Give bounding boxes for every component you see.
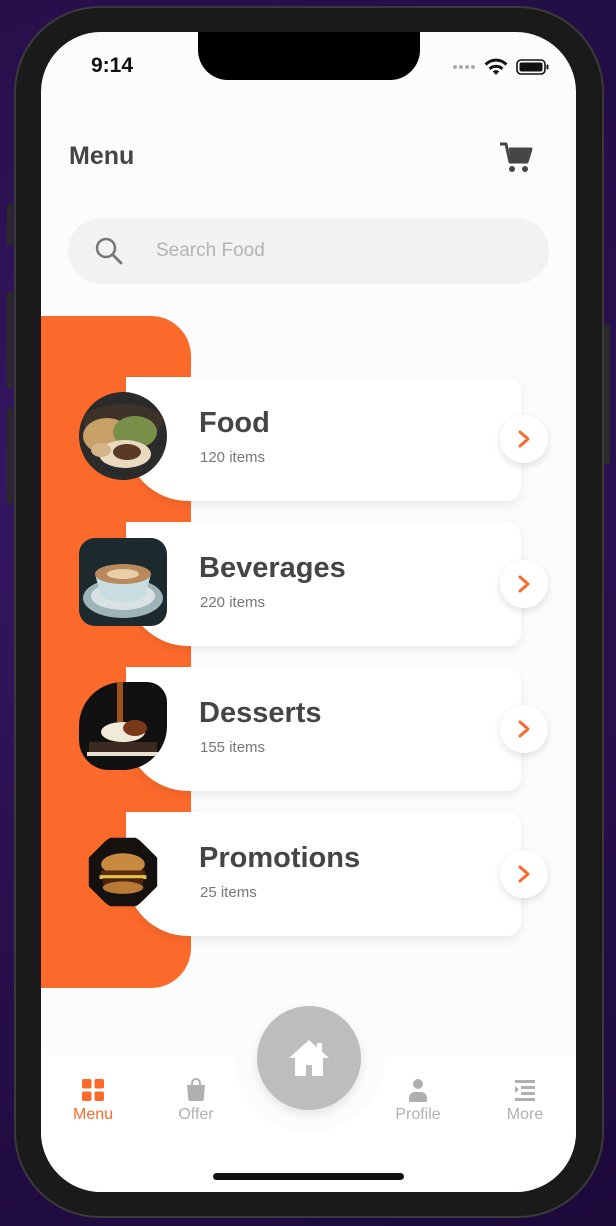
tab-more[interactable]: More (485, 1078, 565, 1124)
category-card-desserts[interactable]: Desserts 155 items (126, 667, 521, 791)
grid-icon (82, 1079, 104, 1101)
volume-up-button (7, 292, 13, 388)
person-icon (409, 1079, 427, 1102)
home-indicator (213, 1173, 404, 1180)
volume-down-button (7, 408, 13, 504)
tab-label: Offer (178, 1106, 214, 1123)
shopping-bag-icon (187, 1078, 205, 1101)
desserts-image (79, 682, 167, 770)
category-count: 220 items (200, 594, 266, 611)
category-card-food[interactable]: Food 120 items (126, 377, 521, 501)
beverages-image (79, 538, 167, 626)
tab-label: Menu (72, 1106, 114, 1123)
page-title: Menu (69, 142, 135, 170)
category-count: 25 items (200, 884, 257, 901)
home-icon (289, 1040, 329, 1076)
food-image (79, 392, 167, 480)
category-name: Beverages (199, 552, 346, 584)
promotions-arrow-button[interactable] (500, 850, 548, 898)
status-time: 9:14 (91, 54, 134, 77)
category-card-beverages[interactable]: Beverages 220 items (126, 522, 521, 646)
tab-menu[interactable]: Menu (53, 1078, 133, 1124)
beverages-arrow-button[interactable] (500, 560, 548, 608)
silent-switch (7, 204, 13, 246)
chevron-right-icon (518, 865, 530, 883)
tab-offer[interactable]: Offer (156, 1078, 236, 1124)
tab-label: More (506, 1106, 544, 1123)
wifi-icon (484, 58, 508, 75)
tab-profile[interactable]: Profile (378, 1078, 458, 1124)
signal-dots-icon (453, 65, 475, 69)
tab-label: Profile (395, 1106, 441, 1123)
search-icon (95, 237, 123, 265)
category-card-promotions[interactable]: Promotions 25 items (126, 812, 521, 936)
desserts-arrow-button[interactable] (500, 705, 548, 753)
list-icon (515, 1080, 535, 1101)
power-button (604, 324, 610, 464)
cart-icon[interactable] (498, 140, 534, 176)
chevron-right-icon (518, 430, 530, 448)
notch (198, 32, 420, 80)
status-icons (452, 58, 550, 76)
food-arrow-button[interactable] (500, 415, 548, 463)
category-name: Desserts (199, 697, 322, 729)
category-count: 155 items (200, 739, 266, 756)
chevron-right-icon (518, 575, 530, 593)
category-count: 120 items (200, 449, 266, 466)
search-bar[interactable] (68, 218, 549, 284)
chevron-right-icon (518, 720, 530, 738)
home-button[interactable] (257, 1006, 361, 1110)
search-input[interactable] (156, 218, 516, 284)
battery-icon (516, 59, 549, 75)
category-name: Promotions (199, 842, 361, 874)
app-screen: 9:14 Menu Food 120 items (41, 32, 576, 1192)
category-name: Food (199, 407, 270, 439)
